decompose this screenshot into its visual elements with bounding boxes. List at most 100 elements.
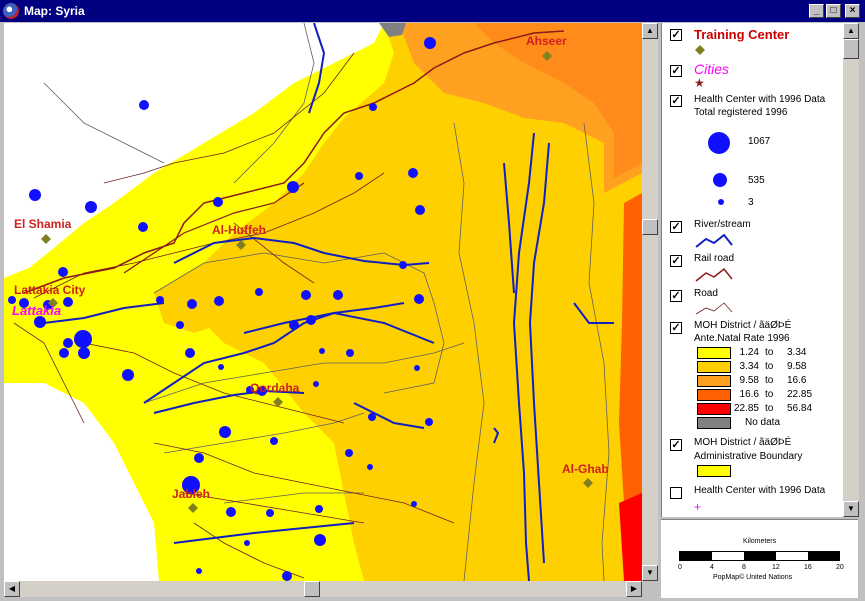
map-vertical-scrollbar[interactable]: ▲ ▼: [642, 23, 658, 581]
rate-class-1-from: 1.24: [739, 347, 759, 358]
label-qordaha: Qordaha: [250, 381, 300, 395]
rate-class-2-swatch: [697, 361, 731, 373]
road-label: Road: [694, 288, 718, 299]
map-view[interactable]: Ahseer El Shamia Al-Huffeh Lattakia City…: [4, 23, 642, 581]
cities-star-icon: ★: [694, 76, 705, 90]
size-large-circle-icon: [708, 132, 730, 154]
scroll-up-arrow-icon[interactable]: ▲: [642, 23, 658, 39]
road-checkbox[interactable]: ✓: [670, 290, 682, 302]
training-center-symbol-icon: [695, 45, 705, 55]
horizontal-scroll-thumb[interactable]: [304, 581, 320, 597]
scale-tick-4: 4: [710, 564, 714, 571]
scroll-left-arrow-icon[interactable]: ◀: [4, 581, 20, 597]
district-rate-label: MOH District / ãäØÞÉ: [694, 320, 792, 331]
legend-railroad: ✓ Rail road: [662, 253, 843, 285]
legend-health-center-plain: Health Center with 1996 Data +: [662, 485, 843, 515]
legend-panel: ✓ Training Center ✓ Cities ★ ✓ Health Ce…: [661, 23, 859, 517]
map-horizontal-scrollbar[interactable]: ◀ ▶: [4, 581, 642, 597]
legend-scroll-thumb[interactable]: [843, 39, 859, 59]
cities-checkbox[interactable]: ✓: [670, 65, 682, 77]
legend-scrollbar[interactable]: ▲ ▼: [843, 23, 859, 517]
district-rate-sublabel: Ante.Natal Rate 1996: [694, 333, 790, 344]
rate-class-1-to: 3.34: [787, 347, 807, 358]
health-center-plain-checkbox[interactable]: [670, 487, 682, 499]
health-center-sublabel: Total registered 1996: [694, 107, 788, 118]
health-center-checkbox[interactable]: ✓: [670, 95, 682, 107]
rate-class-3-swatch: [697, 375, 731, 387]
rate-class-2-to: 9.58: [787, 361, 807, 372]
river-symbol-icon: [695, 233, 733, 248]
training-center-checkbox[interactable]: ✓: [670, 29, 682, 41]
rate-class-5-to: 56.84: [787, 403, 813, 414]
scale-title: Kilometers: [743, 538, 777, 545]
scale-tick-20: 20: [836, 564, 844, 571]
rate-class-5-from: 22.85: [733, 403, 759, 414]
label-el-shamia: El Shamia: [14, 217, 72, 231]
rate-class-5-to-word: to: [765, 403, 774, 414]
rate-class-2-from: 3.34: [739, 361, 759, 372]
vertical-scroll-thumb[interactable]: [642, 219, 658, 235]
rate-class-3-to: 16.6: [787, 375, 807, 386]
rate-class-4-to-word: to: [765, 389, 774, 400]
rate-class-4-to: 22.85: [787, 389, 813, 400]
size-medium-value: 535: [748, 175, 765, 186]
size-large-value: 1067: [748, 136, 771, 147]
railroad-label: Rail road: [694, 253, 735, 264]
railroad-checkbox[interactable]: ✓: [670, 255, 682, 267]
scale-tick-12: 12: [772, 564, 780, 571]
label-lattakia-city: Lattakia City: [14, 283, 86, 297]
railroad-symbol-icon: [695, 267, 733, 282]
legend-river: ✓ River/stream: [662, 219, 843, 251]
river-label: River/stream: [694, 219, 751, 230]
legend-training-center: ✓ Training Center: [662, 27, 843, 57]
legend-district-rate: ✓ MOH District / ãäØÞÉ Ante.Natal Rate 1…: [662, 320, 843, 430]
scale-tick-16: 16: [804, 564, 812, 571]
rate-class-3-from: 9.58: [739, 375, 759, 386]
map-canvas[interactable]: Ahseer El Shamia Al-Huffeh Lattakia City…: [4, 23, 642, 581]
scale-tick-0: 0: [678, 564, 682, 571]
district-admin-sublabel: Administrative Boundary: [694, 451, 803, 462]
rate-class-3-to-word: to: [765, 375, 774, 386]
health-center-plain-label: Health Center with 1996 Data: [694, 485, 826, 496]
scale-credit: PopMap© United Nations: [713, 574, 793, 581]
label-lattakia: Lattakia: [12, 303, 61, 318]
training-center-label: Training Center: [694, 27, 790, 42]
river-checkbox[interactable]: ✓: [670, 221, 682, 233]
legend-scroll-up-icon[interactable]: ▲: [843, 23, 859, 39]
label-al-ghab: Al-Ghab: [562, 462, 609, 476]
cities-label: Cities: [694, 61, 730, 77]
size-medium-circle-icon: [713, 173, 727, 187]
window-title: Map: Syria: [24, 4, 85, 18]
road-symbol-icon: [695, 302, 733, 315]
health-center-label: Health Center with 1996 Data: [694, 94, 826, 105]
district-admin-checkbox[interactable]: ✓: [670, 439, 682, 451]
rate-class-4-swatch: [697, 389, 731, 401]
rate-nodata-swatch: [697, 417, 731, 429]
rate-class-1-to-word: to: [765, 347, 774, 358]
health-center-plain-symbol: +: [694, 500, 702, 514]
district-admin-swatch: [697, 465, 731, 477]
district-rate-checkbox[interactable]: ✓: [670, 322, 682, 334]
rate-class-4-from: 16.6: [739, 389, 759, 400]
scroll-right-arrow-icon[interactable]: ▶: [626, 581, 642, 597]
legend-road: ✓ Road: [662, 288, 843, 318]
scale-tick-8: 8: [742, 564, 746, 571]
size-small-value: 3: [748, 197, 754, 208]
minimize-button[interactable]: _: [809, 4, 824, 18]
rate-class-2-to-word: to: [765, 361, 774, 372]
legend-health-center: ✓ Health Center with 1996 Data Total reg…: [662, 94, 843, 214]
legend-cities: ✓ Cities ★: [662, 61, 843, 91]
legend-district-admin: ✓ MOH District / ãäØÞÉ Administrative Bo…: [662, 437, 843, 483]
window-titlebar[interactable]: Map: Syria _ □ ×: [0, 0, 865, 22]
legend-scroll-down-icon[interactable]: ▼: [843, 501, 859, 517]
size-small-circle-icon: [718, 199, 724, 205]
label-jableh: Jableh: [172, 487, 210, 501]
rate-class-1-swatch: [697, 347, 731, 359]
scale-bar-graphic: [679, 551, 840, 561]
app-icon[interactable]: [3, 3, 19, 19]
district-admin-label: MOH District / ãäØÞÉ: [694, 437, 792, 448]
close-button[interactable]: ×: [845, 4, 860, 18]
scroll-down-arrow-icon[interactable]: ▼: [642, 565, 658, 581]
maximize-button[interactable]: □: [826, 4, 841, 18]
label-ahseer: Ahseer: [526, 34, 567, 48]
